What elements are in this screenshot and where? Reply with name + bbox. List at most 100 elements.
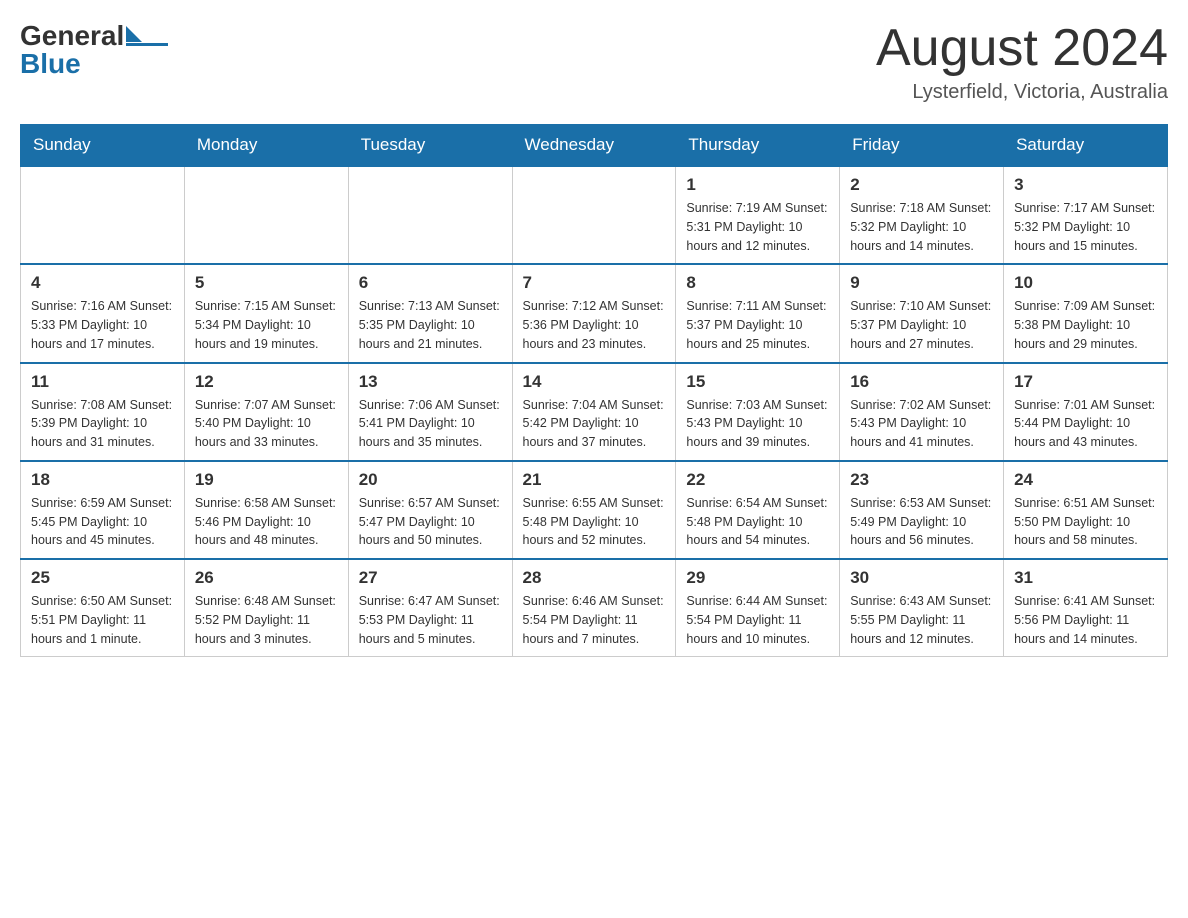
calendar-day-cell: 10 Sunrise: 7:09 AM Sunset: 5:38 PM Dayli… <box>1004 264 1168 362</box>
day-number: 5 <box>195 273 338 293</box>
day-info: Sunrise: 7:04 AM Sunset: 5:42 PM Dayligh… <box>523 396 666 452</box>
calendar-day-cell: 6Sunrise: 7:13 AM Sunset: 5:35 PM Daylig… <box>348 264 512 362</box>
day-number: 7 <box>523 273 666 293</box>
day-info: Sunrise: 6:41 AM Sunset: 5:56 PM Dayligh… <box>1014 592 1157 648</box>
day-number: 29 <box>686 568 829 588</box>
day-info: Sunrise: 7:12 AM Sunset: 5:36 PM Dayligh… <box>523 297 666 353</box>
calendar-day-cell: 30 Sunrise: 6:43 AM Sunset: 5:55 PM Dayli… <box>840 559 1004 657</box>
day-info: Sunrise: 6:43 AM Sunset: 5:55 PM Dayligh… <box>850 592 993 648</box>
calendar-week-row: 1 Sunrise: 7:19 AM Sunset: 5:31 PM Daylig… <box>21 166 1168 264</box>
day-info: Sunrise: 6:44 AM Sunset: 5:54 PM Dayligh… <box>686 592 829 648</box>
calendar-day-cell: 12Sunrise: 7:07 AM Sunset: 5:40 PM Dayli… <box>184 363 348 461</box>
calendar-day-cell: 9 Sunrise: 7:10 AM Sunset: 5:37 PM Daylig… <box>840 264 1004 362</box>
day-info: Sunrise: 6:58 AM Sunset: 5:46 PM Dayligh… <box>195 494 338 550</box>
day-number: 2 <box>850 175 993 195</box>
day-number: 21 <box>523 470 666 490</box>
calendar-day-cell: 5 Sunrise: 7:15 AM Sunset: 5:34 PM Daylig… <box>184 264 348 362</box>
day-number: 27 <box>359 568 502 588</box>
calendar-table: SundayMondayTuesdayWednesdayThursdayFrid… <box>20 124 1168 657</box>
day-number: 10 <box>1014 273 1157 293</box>
calendar-day-cell: 1 Sunrise: 7:19 AM Sunset: 5:31 PM Daylig… <box>676 166 840 264</box>
calendar-day-cell: 15Sunrise: 7:03 AM Sunset: 5:43 PM Dayli… <box>676 363 840 461</box>
calendar-day-cell: 22 Sunrise: 6:54 AM Sunset: 5:48 PM Dayli… <box>676 461 840 559</box>
calendar-day-cell: 26 Sunrise: 6:48 AM Sunset: 5:52 PM Dayli… <box>184 559 348 657</box>
calendar-day-cell: 21 Sunrise: 6:55 AM Sunset: 5:48 PM Dayli… <box>512 461 676 559</box>
day-info: Sunrise: 7:11 AM Sunset: 5:37 PM Dayligh… <box>686 297 829 353</box>
day-number: 11 <box>31 372 174 392</box>
calendar-day-cell: 8Sunrise: 7:11 AM Sunset: 5:37 PM Daylig… <box>676 264 840 362</box>
day-number: 28 <box>523 568 666 588</box>
logo: General Blue <box>20 20 168 80</box>
day-number: 12 <box>195 372 338 392</box>
calendar-header-row: SundayMondayTuesdayWednesdayThursdayFrid… <box>21 125 1168 167</box>
day-number: 26 <box>195 568 338 588</box>
day-info: Sunrise: 7:18 AM Sunset: 5:32 PM Dayligh… <box>850 199 993 255</box>
day-info: Sunrise: 6:46 AM Sunset: 5:54 PM Dayligh… <box>523 592 666 648</box>
calendar-day-cell: 18Sunrise: 6:59 AM Sunset: 5:45 PM Dayli… <box>21 461 185 559</box>
calendar-day-cell: 17 Sunrise: 7:01 AM Sunset: 5:44 PM Dayli… <box>1004 363 1168 461</box>
day-number: 18 <box>31 470 174 490</box>
calendar-day-cell <box>348 166 512 264</box>
day-info: Sunrise: 7:03 AM Sunset: 5:43 PM Dayligh… <box>686 396 829 452</box>
day-info: Sunrise: 7:19 AM Sunset: 5:31 PM Dayligh… <box>686 199 829 255</box>
day-info: Sunrise: 7:17 AM Sunset: 5:32 PM Dayligh… <box>1014 199 1157 255</box>
calendar-day-cell: 31 Sunrise: 6:41 AM Sunset: 5:56 PM Dayli… <box>1004 559 1168 657</box>
calendar-day-cell: 25Sunrise: 6:50 AM Sunset: 5:51 PM Dayli… <box>21 559 185 657</box>
calendar-week-row: 11 Sunrise: 7:08 AM Sunset: 5:39 PM Dayli… <box>21 363 1168 461</box>
day-info: Sunrise: 7:16 AM Sunset: 5:33 PM Dayligh… <box>31 297 174 353</box>
day-info: Sunrise: 6:48 AM Sunset: 5:52 PM Dayligh… <box>195 592 338 648</box>
logo-blue-text: Blue <box>20 48 168 80</box>
calendar-header-saturday: Saturday <box>1004 125 1168 167</box>
day-info: Sunrise: 7:06 AM Sunset: 5:41 PM Dayligh… <box>359 396 502 452</box>
day-number: 13 <box>359 372 502 392</box>
day-info: Sunrise: 7:01 AM Sunset: 5:44 PM Dayligh… <box>1014 396 1157 452</box>
day-number: 4 <box>31 273 174 293</box>
calendar-day-cell: 11 Sunrise: 7:08 AM Sunset: 5:39 PM Dayli… <box>21 363 185 461</box>
day-info: Sunrise: 6:55 AM Sunset: 5:48 PM Dayligh… <box>523 494 666 550</box>
day-number: 17 <box>1014 372 1157 392</box>
day-number: 31 <box>1014 568 1157 588</box>
day-number: 19 <box>195 470 338 490</box>
day-number: 16 <box>850 372 993 392</box>
page-header: General Blue August 2024 Lysterfield, Vi… <box>20 20 1168 104</box>
calendar-day-cell: 13 Sunrise: 7:06 AM Sunset: 5:41 PM Dayli… <box>348 363 512 461</box>
day-info: Sunrise: 6:47 AM Sunset: 5:53 PM Dayligh… <box>359 592 502 648</box>
calendar-day-cell: 7 Sunrise: 7:12 AM Sunset: 5:36 PM Daylig… <box>512 264 676 362</box>
day-info: Sunrise: 7:02 AM Sunset: 5:43 PM Dayligh… <box>850 396 993 452</box>
calendar-day-cell: 20 Sunrise: 6:57 AM Sunset: 5:47 PM Dayli… <box>348 461 512 559</box>
calendar-header-friday: Friday <box>840 125 1004 167</box>
day-number: 9 <box>850 273 993 293</box>
calendar-week-row: 18Sunrise: 6:59 AM Sunset: 5:45 PM Dayli… <box>21 461 1168 559</box>
calendar-day-cell: 14Sunrise: 7:04 AM Sunset: 5:42 PM Dayli… <box>512 363 676 461</box>
day-number: 23 <box>850 470 993 490</box>
day-number: 6 <box>359 273 502 293</box>
calendar-header-monday: Monday <box>184 125 348 167</box>
calendar-day-cell: 3Sunrise: 7:17 AM Sunset: 5:32 PM Daylig… <box>1004 166 1168 264</box>
day-info: Sunrise: 7:10 AM Sunset: 5:37 PM Dayligh… <box>850 297 993 353</box>
calendar-week-row: 25Sunrise: 6:50 AM Sunset: 5:51 PM Dayli… <box>21 559 1168 657</box>
calendar-day-cell: 29 Sunrise: 6:44 AM Sunset: 5:54 PM Dayli… <box>676 559 840 657</box>
calendar-day-cell: 28 Sunrise: 6:46 AM Sunset: 5:54 PM Dayli… <box>512 559 676 657</box>
day-info: Sunrise: 7:08 AM Sunset: 5:39 PM Dayligh… <box>31 396 174 452</box>
day-number: 22 <box>686 470 829 490</box>
calendar-header-tuesday: Tuesday <box>348 125 512 167</box>
day-info: Sunrise: 7:15 AM Sunset: 5:34 PM Dayligh… <box>195 297 338 353</box>
day-info: Sunrise: 7:09 AM Sunset: 5:38 PM Dayligh… <box>1014 297 1157 353</box>
month-title: August 2024 <box>876 20 1168 77</box>
calendar-day-cell: 2 Sunrise: 7:18 AM Sunset: 5:32 PM Daylig… <box>840 166 1004 264</box>
day-number: 24 <box>1014 470 1157 490</box>
calendar-day-cell <box>21 166 185 264</box>
calendar-header-thursday: Thursday <box>676 125 840 167</box>
calendar-day-cell: 4 Sunrise: 7:16 AM Sunset: 5:33 PM Daylig… <box>21 264 185 362</box>
day-info: Sunrise: 6:54 AM Sunset: 5:48 PM Dayligh… <box>686 494 829 550</box>
calendar-day-cell: 16 Sunrise: 7:02 AM Sunset: 5:43 PM Dayli… <box>840 363 1004 461</box>
day-info: Sunrise: 6:57 AM Sunset: 5:47 PM Dayligh… <box>359 494 502 550</box>
day-number: 1 <box>686 175 829 195</box>
calendar-day-cell: 24Sunrise: 6:51 AM Sunset: 5:50 PM Dayli… <box>1004 461 1168 559</box>
calendar-day-cell <box>512 166 676 264</box>
calendar-day-cell: 19 Sunrise: 6:58 AM Sunset: 5:46 PM Dayli… <box>184 461 348 559</box>
day-number: 20 <box>359 470 502 490</box>
location-title: Lysterfield, Victoria, Australia <box>876 81 1168 104</box>
day-number: 30 <box>850 568 993 588</box>
calendar-day-cell: 27 Sunrise: 6:47 AM Sunset: 5:53 PM Dayli… <box>348 559 512 657</box>
